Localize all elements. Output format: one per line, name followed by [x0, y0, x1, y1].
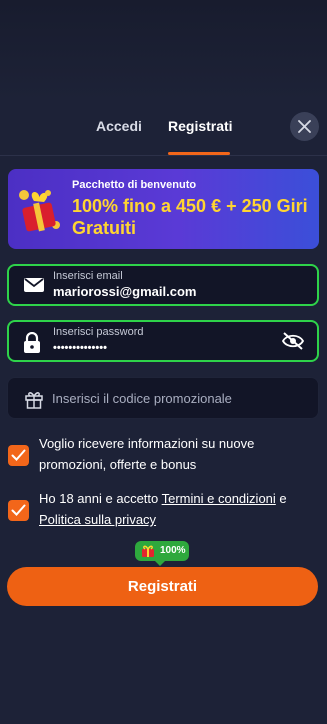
- register-button[interactable]: Registrati: [7, 567, 318, 606]
- terms-checkbox[interactable]: [8, 500, 29, 521]
- promo-code-placeholder: Inserisci il codice promozionale: [52, 391, 232, 406]
- tab-register[interactable]: Registrati: [168, 118, 233, 134]
- password-value[interactable]: ••••••••••••••: [53, 342, 107, 354]
- privacy-link[interactable]: Politica sulla privacy: [39, 512, 156, 527]
- bonus-badge-text: 100%: [160, 545, 186, 556]
- marketing-checkbox[interactable]: [8, 445, 29, 466]
- tabs-divider: [0, 155, 327, 156]
- promo-code-field[interactable]: Inserisci il codice promozionale: [7, 377, 319, 419]
- email-value[interactable]: mariorossi@gmail.com: [53, 284, 273, 299]
- eye-slash-icon[interactable]: [281, 331, 305, 351]
- gift-icon: [142, 545, 154, 557]
- close-button[interactable]: [290, 112, 319, 141]
- close-icon: [298, 120, 311, 133]
- gift-icon: [25, 392, 43, 409]
- envelope-icon: [24, 278, 44, 292]
- welcome-bonus-banner: Pacchetto di benvenuto 100% fino a 450 €…: [8, 169, 319, 249]
- email-field[interactable]: Inserisci email mariorossi@gmail.com: [7, 264, 319, 306]
- terms-consent-text: Ho 18 anni e accetto Termini e condizion…: [39, 488, 309, 530]
- terms-and: e: [275, 491, 287, 506]
- lock-icon: [24, 332, 40, 353]
- terms-prefix: Ho 18 anni e accetto: [39, 491, 162, 506]
- auth-tabs: Accedi Registrati: [0, 110, 327, 156]
- checkmark-icon: [11, 504, 26, 516]
- top-backdrop: [0, 0, 327, 100]
- promo-title: 100% fino a 450 € + 250 Giri Gratuiti: [72, 196, 308, 238]
- password-label: Inserisci password: [53, 326, 144, 338]
- bonus-badge: 100%: [135, 541, 189, 566]
- promo-subtitle: Pacchetto di benvenuto: [72, 179, 197, 191]
- gift-icon: [19, 190, 60, 232]
- password-field[interactable]: Inserisci password ••••••••••••••: [7, 320, 319, 362]
- marketing-consent-text: Voglio ricevere informazioni su nuove pr…: [39, 436, 255, 472]
- tab-login[interactable]: Accedi: [96, 118, 142, 134]
- email-label: Inserisci email: [53, 270, 123, 282]
- checkmark-icon: [11, 449, 26, 461]
- terms-link[interactable]: Termini e condizioni: [162, 491, 276, 506]
